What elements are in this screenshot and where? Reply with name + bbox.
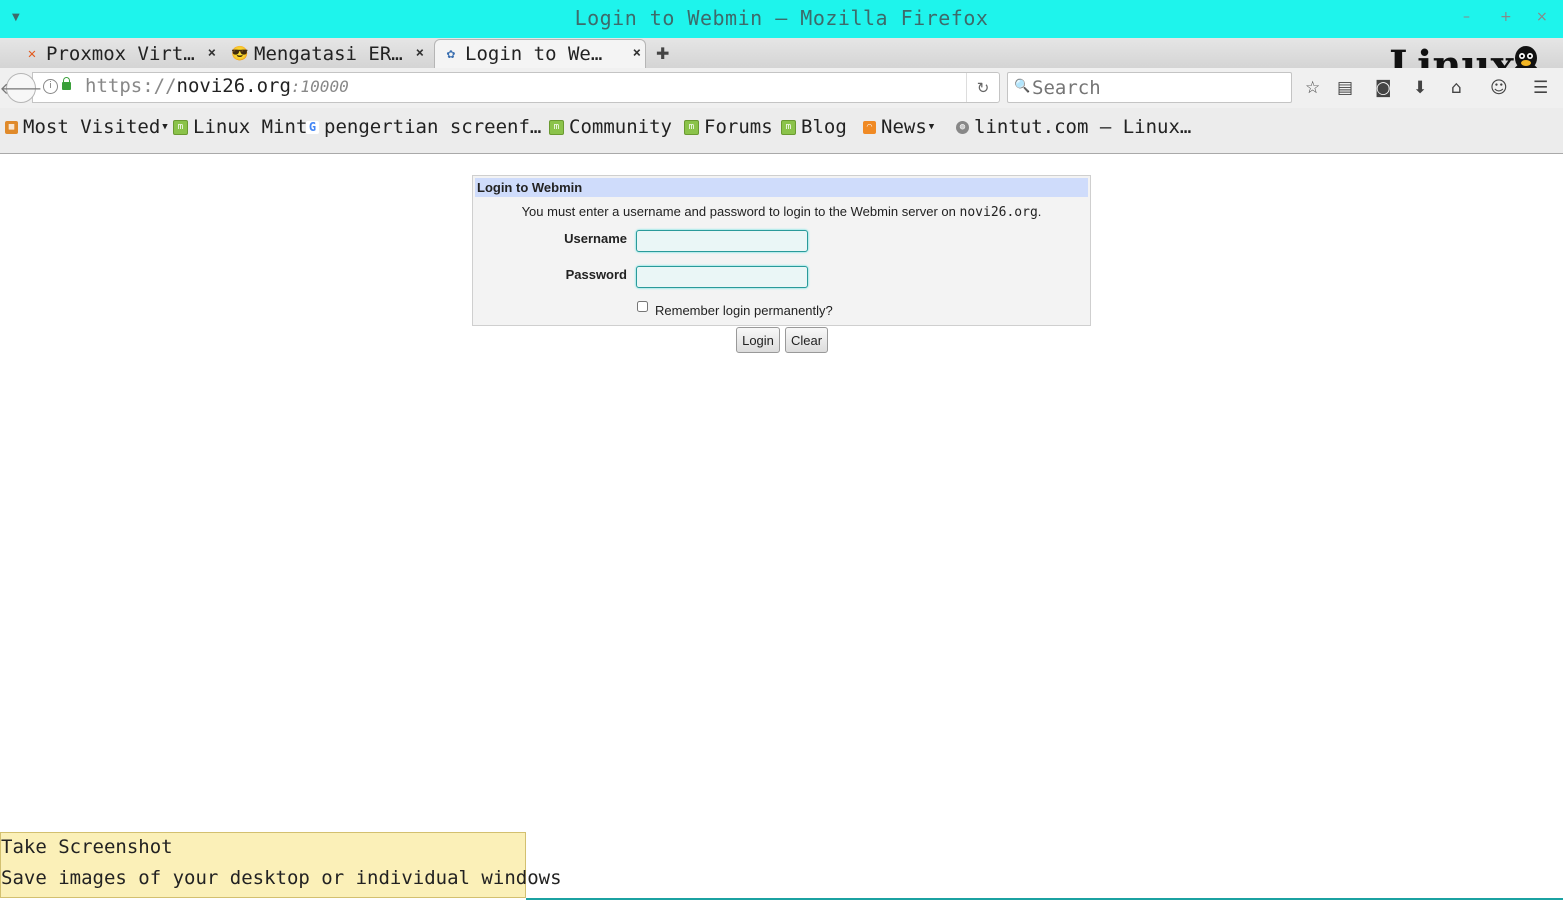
tab-label: Mengatasi ER…	[254, 43, 403, 65]
close-window-button[interactable]: ×	[1536, 9, 1548, 25]
search-input[interactable]	[1030, 75, 1284, 101]
sync-icon[interactable]: ☺	[1490, 78, 1508, 98]
username-label: Username	[564, 231, 627, 246]
dropdown-arrow-icon: ▼	[928, 122, 935, 132]
new-tab-button[interactable]: ✚	[656, 44, 669, 63]
login-host: novi26.org	[959, 205, 1038, 220]
close-tab-icon[interactable]: ×	[208, 45, 216, 61]
bookmark-linux-mint[interactable]: m Linux Mint	[173, 116, 307, 138]
pocket-icon[interactable]: ◙	[1375, 78, 1392, 98]
folder-icon: ▦	[5, 120, 18, 134]
bookmark-label: Forums	[704, 116, 773, 138]
url-text[interactable]: https://novi26.org:10000	[85, 75, 349, 97]
mint-icon: m	[684, 119, 699, 135]
bookmark-star-icon[interactable]: ☆	[1305, 78, 1320, 98]
globe-icon: ◍	[956, 120, 969, 134]
dropdown-arrow-icon: ▼	[162, 122, 168, 132]
login-button[interactable]: Login	[736, 327, 780, 353]
tab-mengatasi[interactable]: 😎 Mengatasi ER… ×	[231, 40, 428, 68]
proxmox-icon: ✕	[27, 46, 37, 62]
bookmark-most-visited[interactable]: ▦ Most Visited ▼	[5, 116, 168, 138]
screenshot-tooltip: Take Screenshot Save images of your desk…	[0, 832, 562, 898]
bookmark-label: Most Visited	[23, 116, 161, 138]
site-info-icon[interactable]: i	[43, 79, 58, 94]
tab-strip: ✕ Proxmox Virt… × 😎 Mengatasi ER… × ✿ Lo…	[0, 38, 1563, 69]
bookmark-news[interactable]: ◠ News ▼	[863, 116, 934, 138]
username-field[interactable]	[636, 230, 808, 252]
close-tab-icon[interactable]: ×	[416, 45, 424, 61]
rss-icon: ◠	[863, 120, 876, 134]
mint-icon: m	[781, 119, 796, 135]
download-icon[interactable]: ⬇	[1413, 78, 1427, 98]
bookmark-label: lintut.com – Linux…	[974, 116, 1192, 138]
tab-login-webmin[interactable]: ✿ Login to We… ×	[434, 39, 646, 68]
webmin-icon: ✿	[446, 46, 456, 62]
bookmark-forums[interactable]: m Forums	[684, 116, 773, 138]
search-icon: 🔍	[1014, 79, 1031, 94]
bookmark-blog[interactable]: m Blog	[781, 116, 847, 138]
maximize-button[interactable]: +	[1500, 9, 1512, 25]
close-tab-icon[interactable]: ×	[633, 45, 641, 61]
back-button[interactable]: 🡐	[0, 73, 42, 103]
reload-icon[interactable]: ↻	[966, 73, 999, 102]
google-icon: G	[306, 120, 319, 134]
login-message: You must enter a username and password t…	[473, 204, 1090, 220]
login-message-text: You must enter a username and password t…	[521, 204, 956, 219]
bookmarks-toolbar: ▦ Most Visited ▼ m Linux Mint G pengerti…	[0, 108, 1563, 154]
page-content: Login to Webmin You must enter a usernam…	[0, 154, 1563, 900]
bookmark-label: Linux Mint	[193, 116, 308, 138]
window-title: Login to Webmin — Mozilla Firefox	[574, 6, 989, 30]
tooltip-title: Take Screenshot	[1, 836, 173, 858]
login-panel: Login to Webmin You must enter a usernam…	[472, 175, 1091, 326]
url-scheme: https://	[85, 75, 177, 97]
bookmark-pengertian[interactable]: G pengertian screenf…	[306, 116, 541, 138]
back-arrow-icon: 🡐	[0, 79, 43, 98]
bookmark-label: Blog	[801, 116, 847, 138]
remember-login-checkbox[interactable]	[637, 301, 648, 312]
mint-icon: m	[173, 119, 188, 135]
mint-icon: m	[549, 119, 564, 135]
tab-proxmox[interactable]: ✕ Proxmox Virt… ×	[24, 40, 220, 68]
window-titlebar: ▼ Login to Webmin — Mozilla Firefox – + …	[0, 0, 1563, 38]
url-host: novi26.org	[176, 75, 291, 97]
bookmark-community[interactable]: m Community	[549, 116, 672, 138]
url-bar[interactable]: i https://novi26.org:10000 ↻	[32, 72, 1000, 103]
password-label: Password	[565, 267, 627, 282]
search-box[interactable]: 🔍	[1007, 72, 1292, 103]
password-field[interactable]	[636, 266, 808, 288]
tab-label: Proxmox Virt…	[46, 43, 195, 65]
tab-label: Login to We…	[465, 43, 603, 65]
bookmark-label: Community	[569, 116, 672, 138]
bookmark-label: pengertian screenf…	[324, 116, 542, 138]
clear-button[interactable]: Clear	[785, 327, 828, 353]
secure-lock-icon[interactable]	[62, 77, 71, 90]
remember-login-label: Remember login permanently?	[655, 303, 833, 318]
minimize-button[interactable]: –	[1463, 9, 1470, 25]
reading-list-icon[interactable]: ▤	[1337, 78, 1353, 98]
hamburger-menu-icon[interactable]: ☰	[1533, 78, 1548, 98]
url-port: :10000	[290, 77, 349, 96]
face-icon: 😎	[231, 46, 249, 62]
login-panel-header: Login to Webmin	[475, 178, 1088, 197]
login-message-end: .	[1037, 204, 1042, 219]
tooltip-description: Save images of your desktop or individua…	[1, 867, 562, 889]
navigation-toolbar: i https://novi26.org:10000 ↻ 🡐 🔍 ☆ ▤ ◙ ⬇…	[0, 68, 1563, 108]
bookmark-lintut[interactable]: ◍ lintut.com – Linux…	[956, 116, 1191, 138]
home-icon[interactable]: ⌂	[1451, 78, 1462, 98]
bookmark-label: News	[881, 116, 927, 138]
